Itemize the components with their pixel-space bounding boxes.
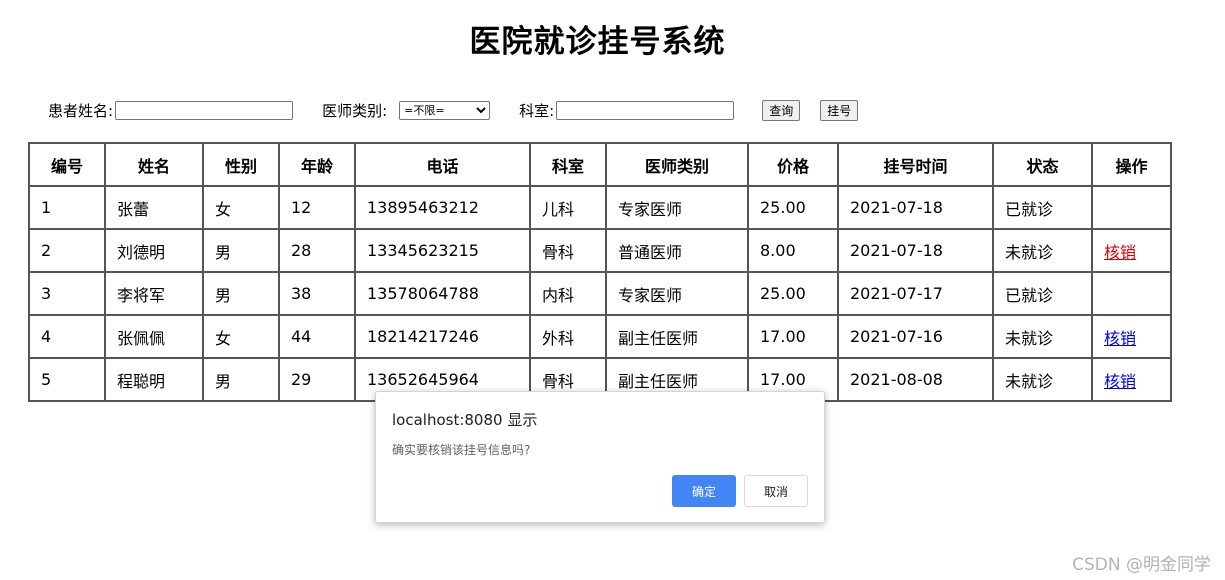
cell-register-time: 2021-07-18 xyxy=(837,228,994,273)
table-row: 2 刘德明 男 28 13345623215 骨科 普通医师 8.00 2021… xyxy=(28,228,1172,273)
table-row: 3 李将军 男 38 13578064788 内科 专家医师 25.00 202… xyxy=(28,271,1172,316)
verify-link[interactable]: 核销 xyxy=(1104,372,1136,391)
cell-id: 1 xyxy=(28,185,106,230)
confirm-ok-button[interactable]: 确定 xyxy=(672,475,736,507)
cell-price: 8.00 xyxy=(747,228,839,273)
cell-status: 已就诊 xyxy=(992,271,1093,316)
header-action: 操作 xyxy=(1091,142,1172,187)
cell-action xyxy=(1091,271,1172,316)
cell-name: 李将军 xyxy=(104,271,204,316)
cell-name: 张佩佩 xyxy=(104,314,204,359)
cell-status: 未就诊 xyxy=(992,357,1093,402)
cell-register-time: 2021-08-08 xyxy=(837,357,994,402)
watermark: CSDN @明金同学 xyxy=(1072,555,1211,575)
confirm-cancel-button[interactable]: 取消 xyxy=(744,475,808,507)
cell-phone: 13578064788 xyxy=(354,271,531,316)
cell-gender: 女 xyxy=(202,185,280,230)
cell-price: 25.00 xyxy=(747,271,839,316)
cell-department: 外科 xyxy=(529,314,607,359)
cell-register-time: 2021-07-16 xyxy=(837,314,994,359)
cell-doctor-type: 专家医师 xyxy=(605,271,749,316)
cell-action: 核销 xyxy=(1091,314,1172,359)
cell-phone: 13895463212 xyxy=(354,185,531,230)
cell-gender: 男 xyxy=(202,228,280,273)
cell-price: 17.00 xyxy=(747,314,839,359)
cell-id: 5 xyxy=(28,357,106,402)
header-gender: 性别 xyxy=(202,142,280,187)
header-age: 年龄 xyxy=(278,142,356,187)
cell-age: 29 xyxy=(278,357,356,402)
cell-age: 38 xyxy=(278,271,356,316)
cell-status: 未就诊 xyxy=(992,314,1093,359)
verify-link[interactable]: 核销 xyxy=(1104,329,1136,348)
cell-phone: 13345623215 xyxy=(354,228,531,273)
cell-status: 已就诊 xyxy=(992,185,1093,230)
confirm-dialog: localhost:8080 显示 确实要核销该挂号信息吗? 确定 取消 xyxy=(375,391,825,523)
cell-name: 张蕾 xyxy=(104,185,204,230)
register-button[interactable]: 挂号 xyxy=(820,99,859,121)
table-header-row: 编号 姓名 性别 年龄 电话 科室 医师类别 价格 挂号时间 状态 操作 xyxy=(28,142,1172,187)
cell-status: 未就诊 xyxy=(992,228,1093,273)
cell-doctor-type: 普通医师 xyxy=(605,228,749,273)
cell-id: 2 xyxy=(28,228,106,273)
query-button[interactable]: 查询 xyxy=(762,99,801,121)
patient-name-input[interactable] xyxy=(115,100,294,120)
search-filter-bar: 患者姓名: 医师类别: =不限= 科室: 查询 挂号 xyxy=(48,98,859,122)
cell-gender: 男 xyxy=(202,357,280,402)
department-input[interactable] xyxy=(556,100,735,120)
cell-name: 程聪明 xyxy=(104,357,204,402)
table-row: 4 张佩佩 女 44 18214217246 外科 副主任医师 17.00 20… xyxy=(28,314,1172,359)
cell-phone: 18214217246 xyxy=(354,314,531,359)
cell-id: 3 xyxy=(28,271,106,316)
registration-table: 编号 姓名 性别 年龄 电话 科室 医师类别 价格 挂号时间 状态 操作 1 张… xyxy=(28,142,1172,402)
header-name: 姓名 xyxy=(104,142,204,187)
cell-department: 骨科 xyxy=(529,228,607,273)
cell-register-time: 2021-07-17 xyxy=(837,271,994,316)
cell-doctor-type: 专家医师 xyxy=(605,185,749,230)
cell-id: 4 xyxy=(28,314,106,359)
cell-gender: 女 xyxy=(202,314,280,359)
header-doctor-type: 医师类别 xyxy=(605,142,749,187)
cell-age: 12 xyxy=(278,185,356,230)
dialog-title: localhost:8080 显示 xyxy=(392,411,538,429)
cell-action xyxy=(1091,185,1172,230)
cell-department: 儿科 xyxy=(529,185,607,230)
cell-age: 28 xyxy=(278,228,356,273)
cell-age: 44 xyxy=(278,314,356,359)
cell-gender: 男 xyxy=(202,271,280,316)
cell-doctor-type: 副主任医师 xyxy=(605,314,749,359)
header-status: 状态 xyxy=(992,142,1093,187)
doctor-type-label: 医师类别: xyxy=(322,101,388,120)
cell-name: 刘德明 xyxy=(104,228,204,273)
dialog-message: 确实要核销该挂号信息吗? xyxy=(392,443,531,457)
header-department: 科室 xyxy=(529,142,607,187)
verify-link[interactable]: 核销 xyxy=(1104,243,1136,262)
department-label: 科室: xyxy=(519,101,555,120)
patient-name-label: 患者姓名: xyxy=(48,101,114,120)
cell-action: 核销 xyxy=(1091,357,1172,402)
page-title: 医院就诊挂号系统 xyxy=(469,24,726,60)
cell-action: 核销 xyxy=(1091,228,1172,273)
cell-register-time: 2021-07-18 xyxy=(837,185,994,230)
header-phone: 电话 xyxy=(354,142,531,187)
doctor-type-select[interactable]: =不限= xyxy=(399,100,491,120)
cell-department: 内科 xyxy=(529,271,607,316)
header-register-time: 挂号时间 xyxy=(837,142,994,187)
table-row: 1 张蕾 女 12 13895463212 儿科 专家医师 25.00 2021… xyxy=(28,185,1172,230)
header-id: 编号 xyxy=(28,142,106,187)
cell-price: 25.00 xyxy=(747,185,839,230)
header-price: 价格 xyxy=(747,142,839,187)
